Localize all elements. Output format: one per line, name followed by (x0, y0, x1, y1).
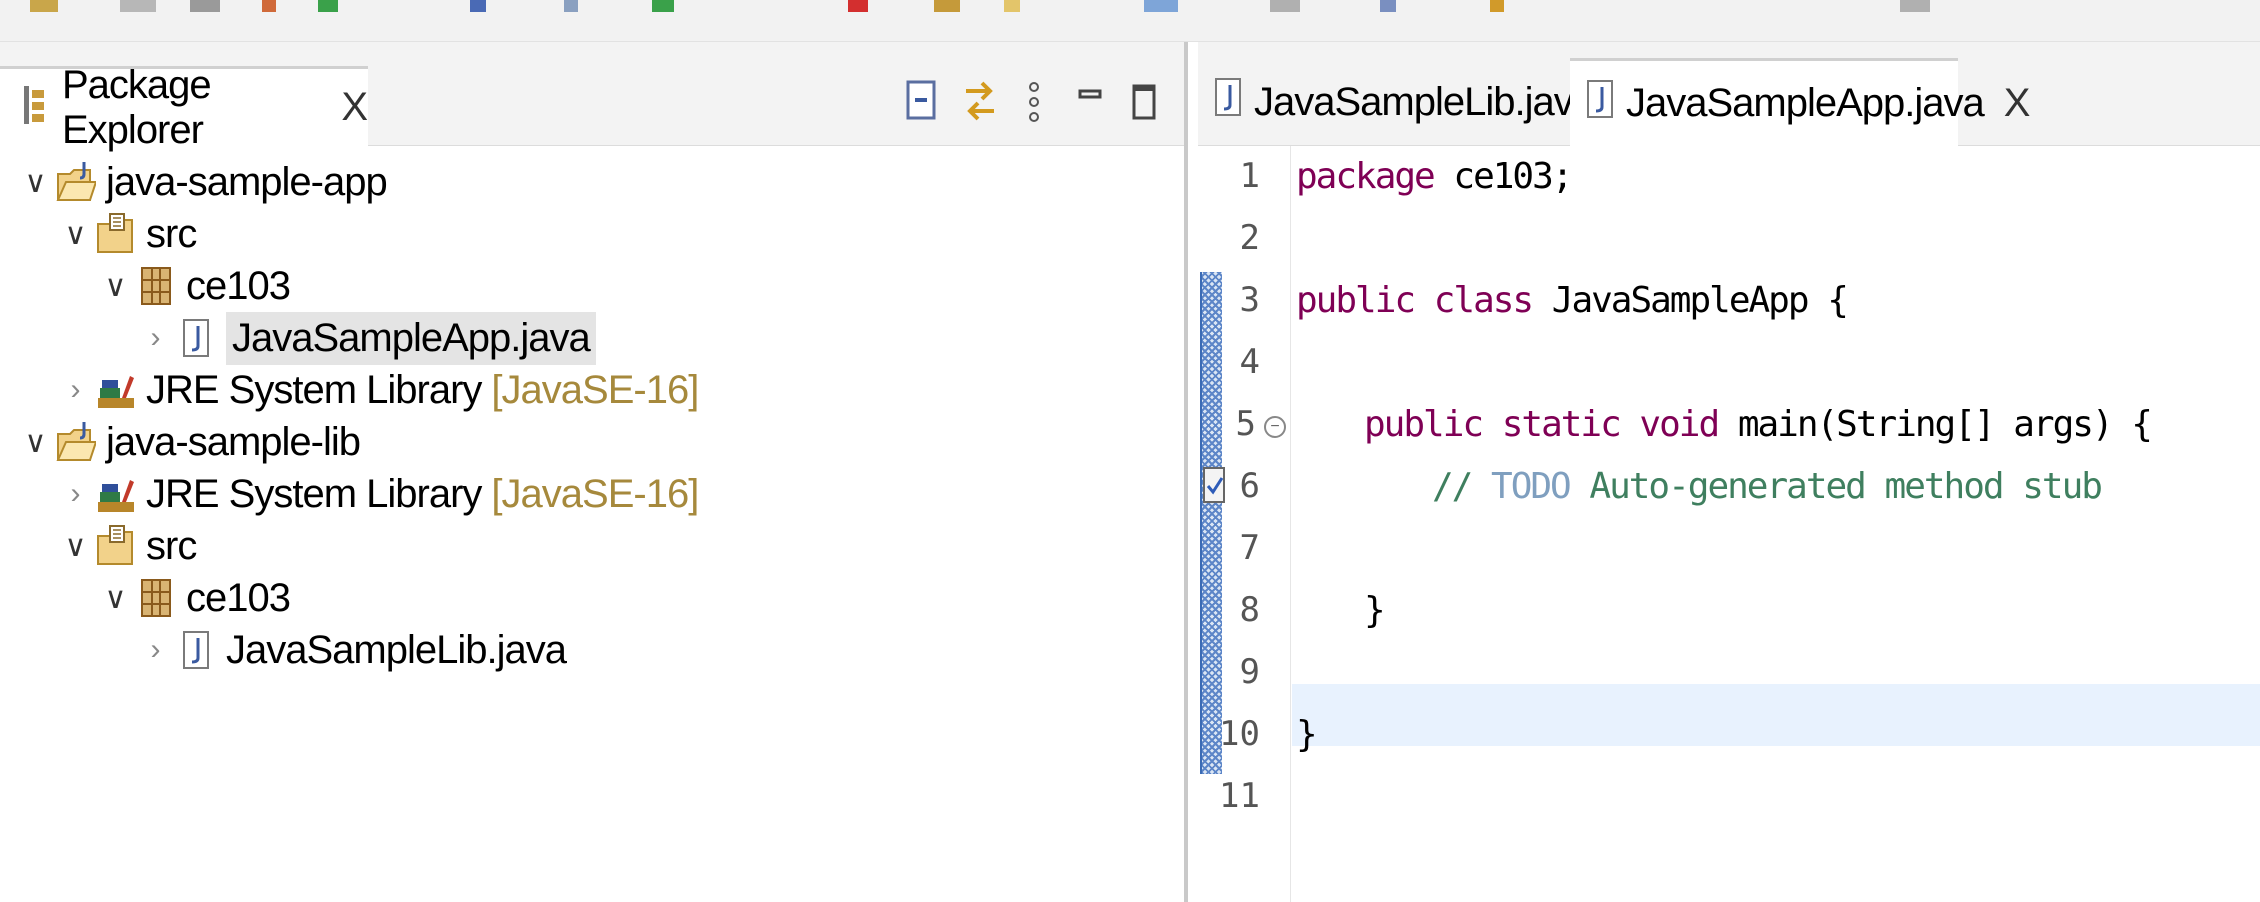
code-text: } (1364, 590, 1386, 631)
package-explorer-icon (22, 84, 48, 131)
toolbar-icon[interactable] (1004, 0, 1020, 12)
tab-javasampleapp[interactable]: JavaSampleApp.java X (1570, 58, 2030, 146)
toolbar-icon[interactable] (1900, 0, 1930, 12)
minimize-icon (1078, 89, 1102, 99)
link-with-editor-button[interactable] (956, 72, 1004, 132)
line-number: 7 (1239, 528, 1260, 568)
toolbar-icon[interactable] (1270, 0, 1300, 12)
toolbar-icon[interactable] (30, 0, 58, 12)
collapse-all-button[interactable] (900, 72, 948, 132)
code-line[interactable]: } (1296, 714, 1318, 755)
kebab-menu-icon (1029, 82, 1039, 122)
line-number: 4 (1239, 342, 1260, 382)
maximize-icon (1132, 84, 1156, 120)
minimize-button[interactable] (1066, 72, 1114, 132)
code-comment: // (1432, 466, 1492, 507)
view-menu-button[interactable] (1010, 72, 1058, 132)
chevron-down-icon[interactable]: ∨ (62, 529, 88, 564)
code-todo-tag: TODO (1491, 466, 1572, 507)
code-line[interactable]: // TODO Auto-generated method stub (1432, 466, 2103, 507)
line-number: 8 (1239, 590, 1260, 630)
line-number: 11 (1219, 776, 1260, 816)
chevron-right-icon[interactable]: › (142, 633, 168, 667)
gutter-divider (1290, 146, 1291, 902)
toolbar-icon[interactable] (120, 0, 156, 12)
chevron-right-icon[interactable]: › (62, 373, 88, 407)
toolbar-icon[interactable] (262, 0, 276, 12)
code-text: ce103; (1433, 156, 1573, 197)
toolbar-icon[interactable] (652, 0, 674, 12)
code-keyword: public static void (1364, 404, 1720, 445)
line-number: 2 (1239, 218, 1260, 258)
line-number: 10 (1219, 714, 1260, 754)
close-icon[interactable]: X (2004, 81, 2031, 126)
toolbar-icon[interactable] (470, 0, 486, 12)
tab-label: JavaSampleLib.java (1254, 79, 1595, 124)
toolbar-icon[interactable] (1490, 0, 1504, 12)
toolbar-icon[interactable] (564, 0, 578, 12)
code-text: main(String[] args) { (1718, 404, 2153, 445)
main-toolbar (0, 0, 2260, 42)
code-text: JavaSampleApp { (1532, 280, 1849, 321)
maximize-button[interactable] (1120, 72, 1168, 132)
toolbar-icon[interactable] (934, 0, 960, 12)
tab-label: JavaSampleApp.java (1626, 81, 1985, 125)
package-explorer-view: Package Explorer X ∨ java-sample-app ∨ s… (0, 42, 1188, 902)
chevron-right-icon[interactable]: › (62, 477, 88, 511)
code-line[interactable]: public class JavaSampleApp { (1296, 280, 1849, 321)
toolbar-icon[interactable] (1380, 0, 1396, 12)
tree-item-decoration: [JavaSE-16] (491, 471, 699, 516)
package-explorer-tab[interactable]: Package Explorer X (0, 63, 368, 152)
toolbar-icon[interactable] (190, 0, 220, 12)
java-file-icon (1586, 77, 1614, 131)
current-line-highlight (1292, 684, 2260, 746)
view-header: Package Explorer X (0, 42, 1184, 152)
link-with-editor-icon (966, 81, 994, 121)
code-keyword: package (1296, 156, 1436, 197)
java-file-icon (1214, 75, 1242, 129)
toolbar-icon[interactable] (318, 0, 338, 12)
line-number: 3 (1239, 280, 1260, 320)
java-editor: JavaSampleLib.java JavaSampleApp.java X … (1198, 42, 2260, 902)
code-line[interactable]: } (1364, 590, 1386, 631)
chevron-down-icon[interactable]: ∨ (102, 581, 128, 616)
package-tree: ∨ java-sample-app ∨ src ∨ ce103 › JavaSa… (0, 146, 1184, 902)
line-number: 9 (1239, 652, 1260, 692)
fold-collapse-icon[interactable]: − (1264, 416, 1286, 438)
collapse-all-icon (906, 80, 936, 120)
toolbar-icon[interactable] (1144, 0, 1178, 12)
chevron-down-icon[interactable]: ∨ (22, 165, 48, 200)
code-line[interactable]: package ce103; (1296, 156, 1573, 197)
line-number: 5 (1235, 404, 1256, 444)
editor-tab-bar: JavaSampleLib.java JavaSampleApp.java X (1198, 42, 2260, 146)
view-title: Package Explorer (62, 62, 212, 152)
chevron-down-icon[interactable]: ∨ (22, 425, 48, 460)
line-number: 6 (1239, 466, 1260, 506)
tree-item-decoration: [JavaSE-16] (491, 367, 699, 412)
toolbar-icon[interactable] (848, 0, 868, 12)
code-line[interactable]: public static void main(String[] args) { (1364, 404, 2153, 445)
code-keyword: public class (1296, 280, 1534, 321)
close-icon[interactable]: X (341, 85, 368, 130)
chevron-down-icon[interactable]: ∨ (102, 269, 128, 304)
code-text: } (1296, 714, 1318, 755)
tab-javasamplelib[interactable]: JavaSampleLib.java (1198, 58, 1595, 146)
tree-item-java-file[interactable]: › JavaSampleLib.java (142, 614, 568, 686)
java-file-icon (176, 628, 216, 672)
chevron-right-icon[interactable]: › (142, 321, 168, 355)
line-number: 1 (1239, 156, 1260, 196)
code-comment: Auto-generated method stub (1569, 466, 2103, 507)
chevron-down-icon[interactable]: ∨ (62, 217, 88, 252)
tree-item-label: JavaSampleLib.java (226, 627, 567, 672)
